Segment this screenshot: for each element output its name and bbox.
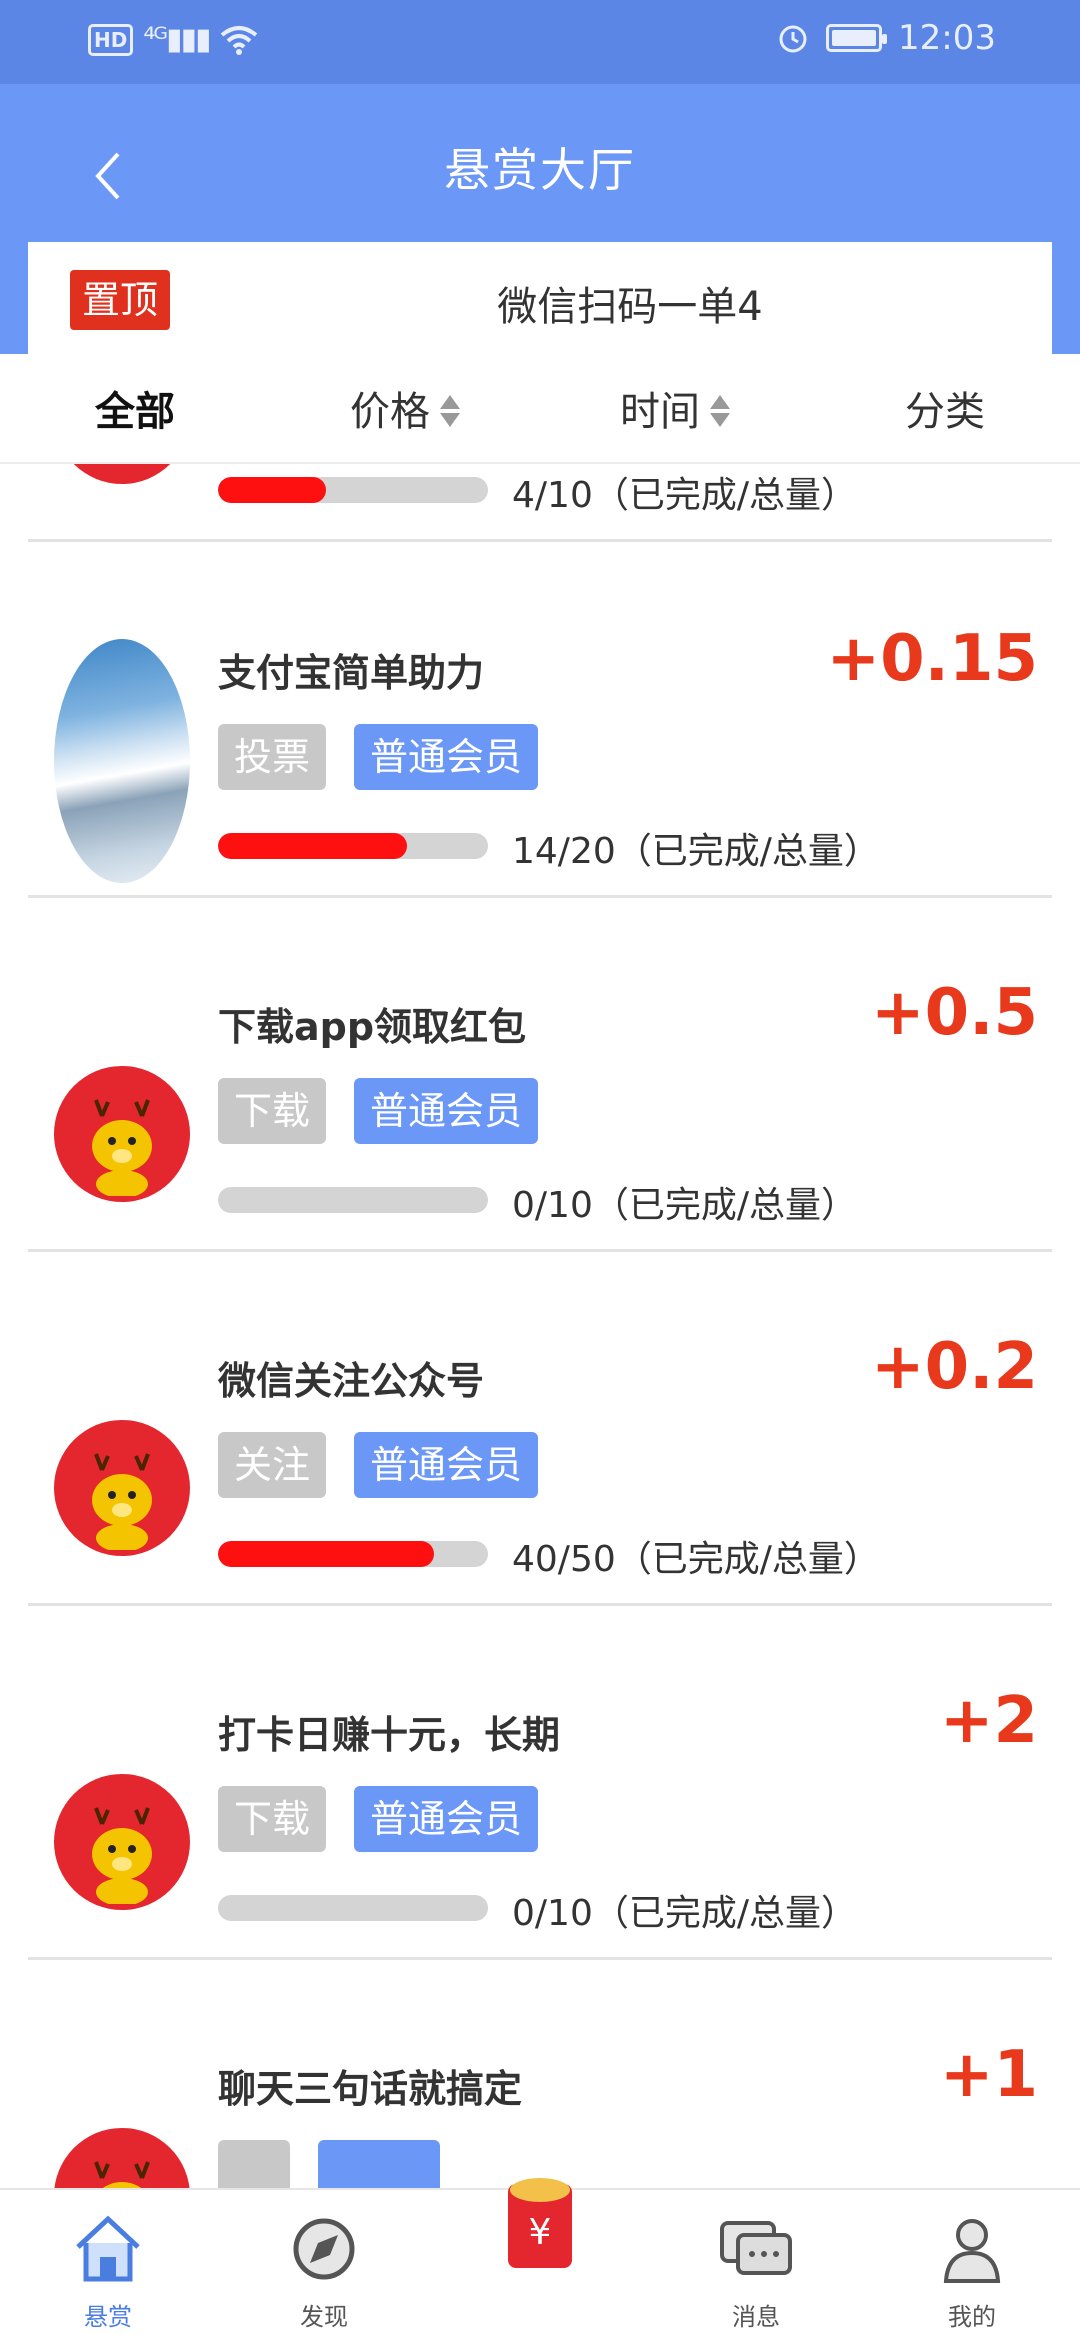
- category-tag: 投票: [218, 724, 327, 790]
- status-left: HD ⁴ᴳ▮▮▮: [88, 22, 258, 57]
- nav-messages[interactable]: 消息: [648, 2190, 864, 2340]
- category-tag: 下载: [218, 1078, 327, 1144]
- task-item[interactable]: 下载app领取红包 +0.5 下载 普通会员 0/10（已完成/总量）: [28, 898, 1052, 1252]
- deer-avatar-icon: [54, 1774, 190, 1910]
- pinned-text: 微信扫码一单4: [497, 284, 763, 330]
- progress-count: 0/10（已完成/总量）: [512, 1893, 857, 1934]
- snow-mountain-photo-icon: [54, 639, 190, 883]
- nav-reward[interactable]: 悬赏: [0, 2190, 216, 2340]
- task-tags: [218, 2140, 440, 2188]
- svg-text:¥: ¥: [529, 2212, 552, 2253]
- progress-count: 0/10（已完成/总量）: [512, 1185, 857, 1226]
- progress-bar: [218, 833, 488, 859]
- tab-time[interactable]: 时间: [540, 354, 810, 462]
- signal-icon: ⁴ᴳ▮▮▮: [143, 22, 211, 57]
- category-tag: [218, 2140, 290, 2188]
- battery-icon: [826, 24, 888, 52]
- progress-count: 4/10（已完成/总量）: [512, 475, 857, 516]
- tab-all[interactable]: 全部: [0, 354, 270, 462]
- category-tag: 关注: [218, 1432, 327, 1498]
- red-envelope-icon: ¥: [508, 2178, 572, 2268]
- discover-icon: [293, 2218, 355, 2280]
- progress-bar: [218, 1187, 488, 1213]
- deer-avatar-icon: [54, 1066, 190, 1202]
- progress-bar: [218, 477, 488, 503]
- home-icon: [76, 2215, 140, 2282]
- task-reward: +0.2: [871, 1330, 1038, 1404]
- sort-icon: [710, 395, 730, 427]
- nav-discover[interactable]: 发现: [216, 2190, 432, 2340]
- profile-icon: [943, 2219, 1001, 2283]
- task-list: 4/10（已完成/总量） 支付宝简单助力 +0.15 投票 普通会员 14/20…: [0, 464, 1080, 2188]
- task-item[interactable]: 聊天三句话就搞定 +1: [28, 1960, 1052, 2188]
- clock: 12:03: [898, 18, 996, 58]
- level-tag: 普通会员: [354, 724, 539, 790]
- task-reward: +0.5: [871, 976, 1038, 1050]
- pinned-card[interactable]: 置顶 微信扫码一单4: [28, 242, 1052, 372]
- task-tags: 下载 普通会员: [218, 1078, 539, 1144]
- task-tags: 投票 普通会员: [218, 724, 539, 790]
- bottom-nav: 悬赏 发现 ¥ 消息 我的: [0, 2178, 1080, 2340]
- level-tag: 普通会员: [354, 1078, 539, 1144]
- task-tags: 关注 普通会员: [218, 1432, 539, 1498]
- task-title: 聊天三句话就搞定: [218, 2067, 523, 2111]
- status-right: 12:03: [776, 18, 996, 58]
- filter-tabs: 全部 价格 时间 分类: [0, 354, 1080, 464]
- progress-bar: [218, 1895, 488, 1921]
- task-reward: +2: [939, 1684, 1038, 1758]
- progress-count: 40/50（已完成/总量）: [512, 1539, 880, 1580]
- nav-red-envelope[interactable]: ¥: [432, 2178, 648, 2340]
- nav-label: 发现: [300, 2303, 348, 2331]
- deer-avatar-icon: [54, 464, 190, 484]
- wifi-icon: [220, 25, 257, 55]
- page-title: 悬赏大厅: [444, 143, 636, 197]
- task-title: 下载app领取红包: [218, 1005, 527, 1049]
- status-bar: HD ⁴ᴳ▮▮▮ 12:03: [0, 0, 1080, 84]
- deer-avatar-icon: [54, 2128, 190, 2188]
- nav-label: 悬赏: [84, 2303, 132, 2331]
- header: 悬赏大厅 置顶 微信扫码一单4: [0, 84, 1080, 372]
- progress-bar: [218, 1541, 488, 1567]
- task-item[interactable]: 4/10（已完成/总量）: [28, 464, 1052, 542]
- level-tag: [318, 2140, 440, 2188]
- task-tags: 下载 普通会员: [218, 1786, 539, 1852]
- category-tag: 下载: [218, 1786, 327, 1852]
- page: HD ⁴ᴳ▮▮▮ 12:03 悬赏大厅 置顶 微信扫码一单4 全部 价格 时间 …: [0, 0, 1080, 2340]
- task-item[interactable]: 支付宝简单助力 +0.15 投票 普通会员 14/20（已完成/总量）: [28, 544, 1052, 898]
- nav-label: 消息: [732, 2303, 780, 2331]
- tab-price[interactable]: 价格: [270, 354, 540, 462]
- alarm-icon: [779, 25, 807, 53]
- tab-all-label: 全部: [95, 389, 175, 435]
- nav-profile[interactable]: 我的: [864, 2190, 1080, 2340]
- tab-price-label: 价格: [350, 389, 430, 435]
- level-tag: 普通会员: [354, 1432, 539, 1498]
- task-title: 微信关注公众号: [218, 1359, 485, 1403]
- task-reward: +1: [939, 2038, 1038, 2112]
- sort-icon: [440, 395, 460, 427]
- message-icon: [720, 2221, 792, 2275]
- tab-category-label: 分类: [905, 389, 985, 435]
- tab-category[interactable]: 分类: [810, 354, 1080, 462]
- tab-time-label: 时间: [620, 389, 700, 435]
- pinned-badge: 置顶: [70, 270, 170, 330]
- task-title: 支付宝简单助力: [218, 651, 485, 695]
- task-reward: +0.15: [826, 622, 1038, 696]
- task-item[interactable]: 微信关注公众号 +0.2 关注 普通会员 40/50（已完成/总量）: [28, 1252, 1052, 1606]
- hd-icon: HD: [88, 23, 134, 56]
- nav-label: 我的: [948, 2303, 996, 2331]
- deer-avatar-icon: [54, 1420, 190, 1556]
- task-item[interactable]: 打卡日赚十元，长期 +2 下载 普通会员 0/10（已完成/总量）: [28, 1606, 1052, 1960]
- task-title: 打卡日赚十元，长期: [218, 1713, 561, 1757]
- progress-count: 14/20（已完成/总量）: [512, 831, 880, 872]
- level-tag: 普通会员: [354, 1786, 539, 1852]
